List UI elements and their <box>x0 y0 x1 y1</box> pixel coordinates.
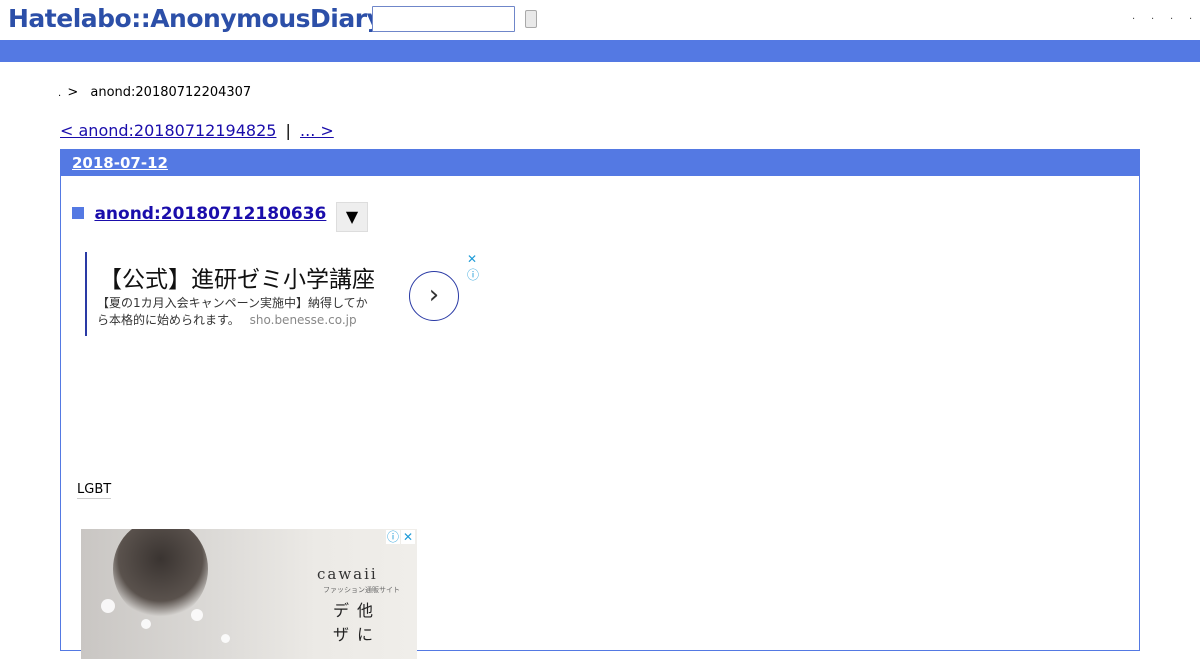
ad-photo-model <box>113 529 208 619</box>
pager: < anond:20180712194825 | ... > <box>60 121 334 140</box>
ad-body-line: ら本格的に始められます。 sho.benesse.co.jp <box>97 311 357 328</box>
ad-brand-subtitle: ファッション通販サイト <box>323 586 400 594</box>
text-ad[interactable]: 【公式】進研ゼミ小学講座 【夏の1カ月入会キャンペーン実施中】納得してか ら本格… <box>85 252 485 336</box>
header-menu: · · · · <box>1132 15 1192 25</box>
entry-title: anond:20180712180636 <box>72 204 326 224</box>
ad-arrow-icon[interactable]: › <box>409 271 459 321</box>
breadcrumb-root[interactable]: . <box>58 88 61 99</box>
ad-photo-decoration <box>141 619 151 629</box>
ad-close-icon[interactable]: ✕ <box>467 252 477 266</box>
search-input[interactable] <box>372 6 515 32</box>
ad-photo-decoration <box>191 609 203 621</box>
header-menu-item[interactable]: · <box>1189 15 1192 25</box>
header-bar <box>0 40 1200 62</box>
image-ad[interactable]: cawaii ファッション通販サイト 他に デザ ⓘ ✕ <box>81 529 417 659</box>
ad-title[interactable]: 【公式】進研ゼミ小学講座 <box>99 260 375 294</box>
ad-close-icon[interactable]: ✕ <box>401 530 415 544</box>
ad-body-text: ら本格的に始められます。 <box>97 313 240 327</box>
ad-domain[interactable]: sho.benesse.co.jp <box>250 313 357 327</box>
pager-divider: | <box>285 121 291 140</box>
site-header: Hatelabo::AnonymousDiary · · · · <box>0 0 1200 40</box>
breadcrumb-separator: > <box>67 85 79 100</box>
header-menu-item[interactable]: · <box>1151 15 1154 25</box>
ad-info-icon[interactable]: ⓘ <box>386 530 400 544</box>
ad-vertical-text: 他に <box>357 601 374 644</box>
next-entry-link[interactable]: ... > <box>300 121 334 140</box>
entry-marker-icon <box>72 207 84 219</box>
day-header: 2018-07-12 <box>61 150 1139 176</box>
prev-entry-link[interactable]: < anond:20180712194825 <box>60 121 276 140</box>
entry-toggle-button[interactable]: ▼ <box>336 202 368 232</box>
entry-title-link[interactable]: anond:20180712180636 <box>94 204 326 224</box>
ad-info-icon[interactable]: ⓘ <box>467 266 479 283</box>
day-section: 2018-07-12 anond:20180712180636 ▼ 【公式】進研… <box>60 149 1140 659</box>
search-button[interactable] <box>525 10 537 28</box>
ad-photo-decoration <box>221 634 230 643</box>
ad-photo-decoration <box>101 599 115 613</box>
site-logo[interactable]: Hatelabo::AnonymousDiary <box>8 4 383 33</box>
header-menu-item[interactable]: · <box>1132 15 1135 25</box>
breadcrumb: . > anond:20180712204307 <box>58 85 251 100</box>
ad-vertical-text: デザ <box>333 601 350 644</box>
ad-accent-rule <box>85 252 87 336</box>
breadcrumb-current: anond:20180712204307 <box>90 85 252 100</box>
ad-brand: cawaii <box>317 565 378 583</box>
header-menu-item[interactable]: · <box>1170 15 1173 25</box>
ad-body-line: 【夏の1カ月入会キャンペーン実施中】納得してか <box>97 296 368 310</box>
day-date-link[interactable]: 2018-07-12 <box>72 154 168 172</box>
entry-tag[interactable]: LGBT <box>77 482 112 499</box>
